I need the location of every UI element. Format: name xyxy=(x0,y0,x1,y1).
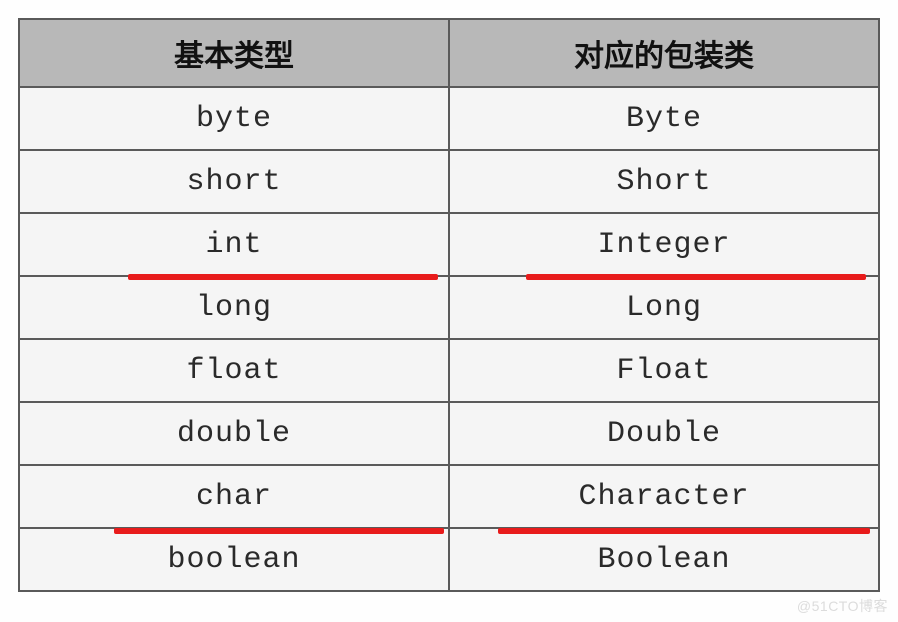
watermark: @51CTO博客 xyxy=(797,596,888,616)
highlight-underline-icon xyxy=(526,274,866,280)
table-row: double Double xyxy=(19,402,879,465)
cell-wrapper: Float xyxy=(449,339,879,402)
cell-wrapper: Character xyxy=(449,465,879,528)
cell-wrapper: Short xyxy=(449,150,879,213)
header-primitive-type: 基本类型 xyxy=(19,19,449,87)
type-mapping-table-wrap: 基本类型 对应的包装类 byte Byte short Short int In… xyxy=(18,18,880,592)
cell-primitive: char xyxy=(19,465,449,528)
cell-wrapper: Boolean xyxy=(449,528,879,591)
highlight-underline-icon xyxy=(114,528,444,534)
cell-primitive: float xyxy=(19,339,449,402)
table-row: int Integer xyxy=(19,213,879,276)
cell-wrapper: Long xyxy=(449,276,879,339)
cell-primitive: int xyxy=(19,213,449,276)
table-header-row: 基本类型 对应的包装类 xyxy=(19,19,879,87)
cell-primitive: double xyxy=(19,402,449,465)
cell-wrapper: Byte xyxy=(449,87,879,150)
table-row: char Character xyxy=(19,465,879,528)
type-mapping-table: 基本类型 对应的包装类 byte Byte short Short int In… xyxy=(18,18,880,592)
cell-primitive: long xyxy=(19,276,449,339)
header-wrapper-class: 对应的包装类 xyxy=(449,19,879,87)
table-row: short Short xyxy=(19,150,879,213)
table-row: long Long xyxy=(19,276,879,339)
table-row: byte Byte xyxy=(19,87,879,150)
highlight-underline-icon xyxy=(498,528,870,534)
highlight-underline-icon xyxy=(128,274,438,280)
table-row: boolean Boolean xyxy=(19,528,879,591)
cell-wrapper: Double xyxy=(449,402,879,465)
table-row: float Float xyxy=(19,339,879,402)
cell-wrapper: Integer xyxy=(449,213,879,276)
cell-primitive: boolean xyxy=(19,528,449,591)
cell-primitive: short xyxy=(19,150,449,213)
cell-primitive: byte xyxy=(19,87,449,150)
